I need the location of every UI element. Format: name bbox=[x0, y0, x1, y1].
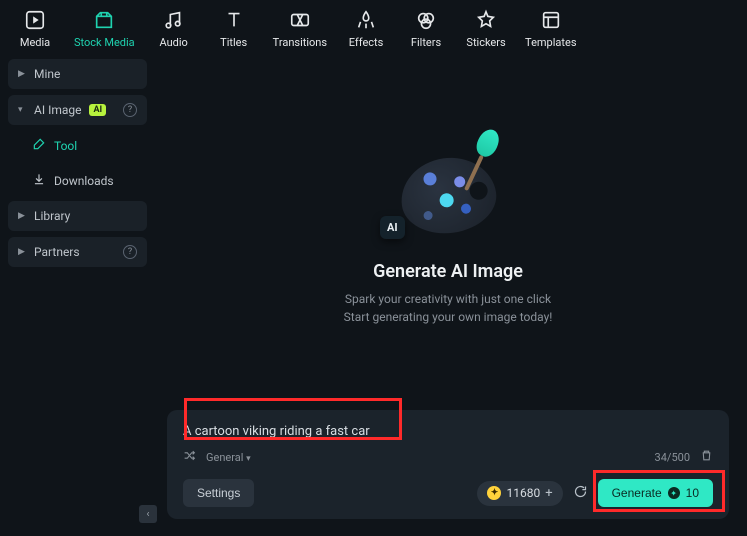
stickers-icon bbox=[474, 8, 498, 32]
collapse-sidebar-button[interactable]: ‹ bbox=[139, 505, 157, 523]
toolbar-label: Stickers bbox=[466, 36, 505, 49]
sidebar-item-tool[interactable]: Tool bbox=[22, 131, 147, 160]
add-credits-icon[interactable]: + bbox=[545, 486, 552, 501]
stock-media-icon bbox=[92, 8, 116, 32]
refresh-icon[interactable] bbox=[573, 484, 588, 503]
coin-icon: ✦ bbox=[487, 486, 501, 500]
titles-icon bbox=[222, 8, 246, 32]
chevron-right-icon: ▶ bbox=[18, 211, 26, 221]
templates-icon bbox=[539, 8, 563, 32]
credits-value: 11680 bbox=[506, 486, 540, 500]
sidebar-item-partners[interactable]: ▶ Partners ? bbox=[8, 237, 147, 267]
char-count: 34/500 bbox=[655, 451, 690, 464]
settings-button[interactable]: Settings bbox=[183, 479, 254, 507]
toolbar-label: Effects bbox=[349, 36, 384, 49]
toolbar-stock-media[interactable]: Stock Media bbox=[74, 8, 135, 49]
credits-pill[interactable]: ✦ 11680 + bbox=[477, 481, 562, 506]
sidebar-label: Partners bbox=[34, 245, 80, 259]
help-icon[interactable]: ? bbox=[123, 103, 137, 117]
toolbar-filters[interactable]: Filters bbox=[405, 8, 447, 49]
generate-cost: 10 bbox=[686, 486, 699, 500]
sidebar-item-mine[interactable]: ▶ Mine bbox=[8, 59, 147, 89]
media-icon bbox=[23, 8, 47, 32]
toolbar-label: Titles bbox=[220, 36, 247, 49]
ai-chip: AI bbox=[380, 216, 405, 239]
help-icon[interactable]: ? bbox=[123, 245, 137, 259]
chevron-right-icon: ▶ bbox=[18, 69, 26, 79]
toolbar-label: Templates bbox=[525, 36, 576, 49]
toolbar-transitions[interactable]: Transitions bbox=[273, 8, 327, 49]
sidebar-label: Tool bbox=[54, 139, 77, 153]
chevron-down-icon: ▾ bbox=[18, 105, 26, 115]
toolbar-effects[interactable]: Effects bbox=[345, 8, 387, 49]
content-area: AI Generate AI Image Spark your creativi… bbox=[155, 53, 747, 529]
generate-label: Generate bbox=[612, 486, 662, 500]
sidebar: ▶ Mine ▾ AI Image AI ? Tool Downloads ▶ … bbox=[0, 53, 155, 529]
hero-title: Generate AI Image bbox=[373, 261, 523, 282]
generate-button[interactable]: Generate ✦ 10 bbox=[598, 479, 713, 507]
prompt-input[interactable]: A cartoon viking riding a fast car bbox=[183, 424, 713, 439]
filters-icon bbox=[414, 8, 438, 32]
sidebar-item-library[interactable]: ▶ Library bbox=[8, 201, 147, 231]
sidebar-item-ai-image[interactable]: ▾ AI Image AI ? bbox=[8, 95, 147, 125]
audio-icon bbox=[162, 8, 186, 32]
toolbar-audio[interactable]: Audio bbox=[153, 8, 195, 49]
tool-icon bbox=[32, 137, 46, 154]
shuffle-icon[interactable] bbox=[183, 449, 196, 465]
hero-subtitle-2: Start generating your own image today! bbox=[344, 308, 553, 326]
hero-subtitle-1: Spark your creativity with just one clic… bbox=[344, 290, 553, 308]
hero-illustration: AI bbox=[388, 145, 508, 245]
chevron-right-icon: ▶ bbox=[18, 247, 26, 257]
toolbar-label: Stock Media bbox=[74, 36, 135, 49]
transitions-icon bbox=[288, 8, 312, 32]
sidebar-label: Downloads bbox=[54, 174, 114, 188]
toolbar-titles[interactable]: Titles bbox=[213, 8, 255, 49]
coin-icon: ✦ bbox=[668, 487, 680, 499]
sidebar-label: Mine bbox=[34, 67, 60, 81]
toolbar-label: Audio bbox=[159, 36, 187, 49]
ai-badge: AI bbox=[89, 104, 106, 116]
chevron-down-icon: ▾ bbox=[246, 454, 251, 464]
toolbar-media[interactable]: Media bbox=[14, 8, 56, 49]
effects-icon bbox=[354, 8, 378, 32]
top-toolbar: Media Stock Media Audio Titles Transitio… bbox=[0, 0, 747, 53]
toolbar-label: Media bbox=[20, 36, 50, 49]
toolbar-stickers[interactable]: Stickers bbox=[465, 8, 507, 49]
preset-select[interactable]: General ▾ bbox=[206, 451, 251, 464]
toolbar-label: Filters bbox=[411, 36, 441, 49]
sidebar-label: Library bbox=[34, 209, 70, 223]
toolbar-label: Transitions bbox=[273, 36, 327, 49]
hero: AI Generate AI Image Spark your creativi… bbox=[167, 73, 729, 398]
toolbar-templates[interactable]: Templates bbox=[525, 8, 576, 49]
prompt-panel: A cartoon viking riding a fast car Gener… bbox=[167, 410, 729, 519]
sidebar-label: AI Image bbox=[34, 103, 81, 117]
sidebar-item-downloads[interactable]: Downloads bbox=[22, 166, 147, 195]
trash-icon[interactable] bbox=[700, 449, 713, 465]
download-icon bbox=[32, 172, 46, 189]
